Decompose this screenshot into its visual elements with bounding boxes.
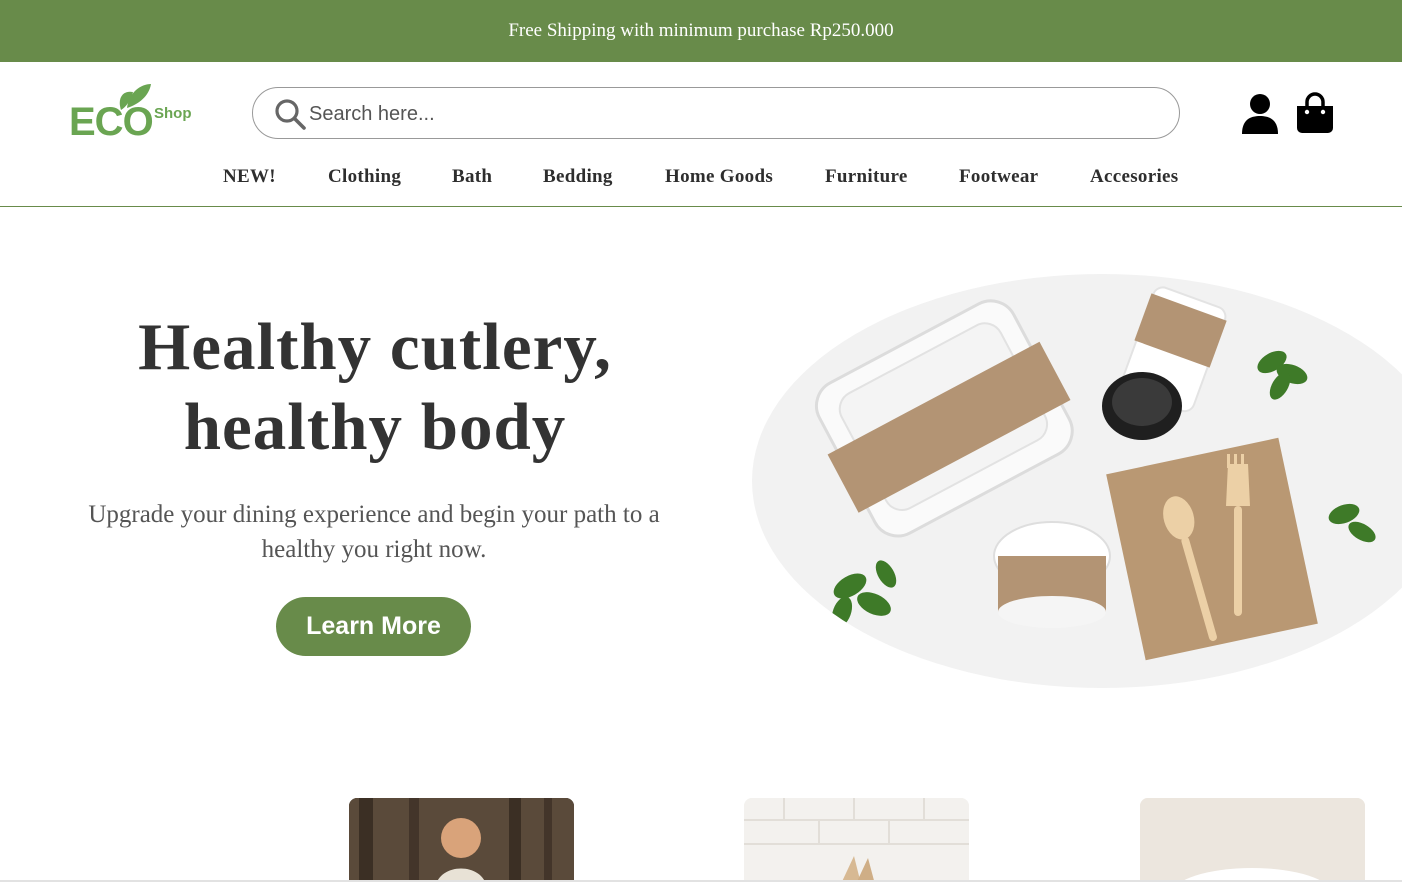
card-image xyxy=(349,798,574,882)
logo-subtext: Shop xyxy=(154,105,192,122)
learn-more-button[interactable]: Learn More xyxy=(276,597,471,656)
promo-banner-text: Free Shipping with minimum purchase Rp25… xyxy=(508,20,894,41)
category-card[interactable] xyxy=(744,798,969,882)
nav-item-new[interactable]: NEW! xyxy=(223,166,276,188)
nav-item-furniture[interactable]: Furniture xyxy=(825,166,908,188)
nav-item-footwear[interactable]: Footwear xyxy=(959,166,1038,188)
user-icon[interactable] xyxy=(1240,92,1280,134)
nav-item-bath[interactable]: Bath xyxy=(452,166,492,188)
site-header: ECO Shop NEW! Clothing Bath Bedding Home… xyxy=(0,62,1402,207)
search-bar[interactable] xyxy=(252,87,1180,139)
shopping-bag-icon[interactable] xyxy=(1295,92,1335,134)
search-input[interactable] xyxy=(309,96,1149,132)
hero-title: Healthy cutlery, healthy body xyxy=(60,307,690,467)
category-card[interactable] xyxy=(349,798,574,882)
search-icon[interactable] xyxy=(273,97,307,131)
category-nav: NEW! Clothing Bath Bedding Home Goods Fu… xyxy=(0,166,1402,192)
eco-shop-logo[interactable]: ECO Shop xyxy=(69,82,199,146)
nav-item-clothing[interactable]: Clothing xyxy=(328,166,401,188)
hero-subtitle: Upgrade your dining experience and begin… xyxy=(88,501,660,563)
logo-text: ECO xyxy=(69,100,154,144)
nav-item-home-goods[interactable]: Home Goods xyxy=(665,166,773,188)
hero-title-line-2: healthy body xyxy=(183,390,567,464)
promo-banner: Free Shipping with minimum purchase Rp25… xyxy=(0,0,1402,62)
nav-item-accesories[interactable]: Accesories xyxy=(1090,166,1178,188)
category-card[interactable] xyxy=(1140,798,1365,882)
card-image xyxy=(1140,798,1365,882)
nav-item-bedding[interactable]: Bedding xyxy=(543,166,613,188)
hero-image xyxy=(752,274,1402,688)
card-image xyxy=(744,798,969,882)
hero-title-line-1: Healthy cutlery, xyxy=(138,310,612,384)
